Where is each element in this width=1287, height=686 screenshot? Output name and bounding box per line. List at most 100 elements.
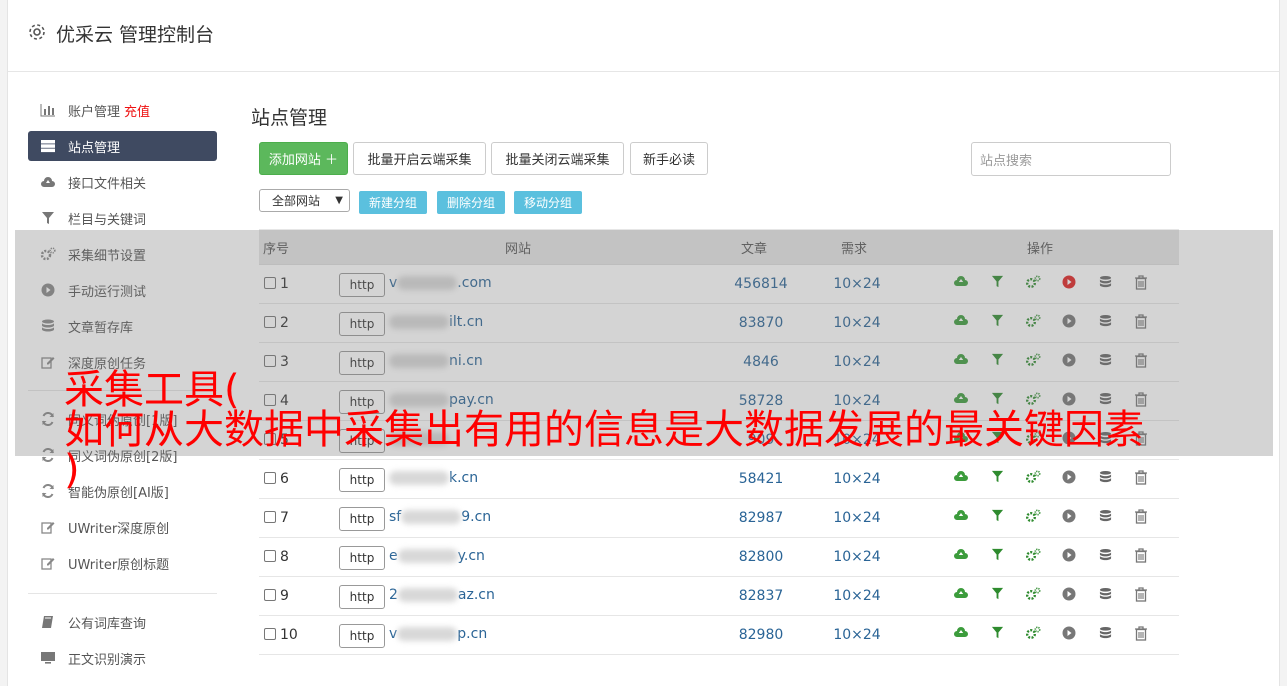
gears-icon[interactable] — [1015, 275, 1051, 290]
article-count-link[interactable]: 4846 — [731, 354, 791, 370]
sidebar-item-c-0[interactable]: 公有词库查询 — [28, 604, 217, 640]
demand-link[interactable]: 10×24 — [825, 627, 889, 643]
trash-icon[interactable] — [1123, 626, 1159, 641]
sidebar-item-a-0[interactable]: 账户管理 充值 — [28, 92, 217, 128]
row-actions — [943, 314, 1159, 329]
protocol-badge[interactable]: http — [339, 585, 385, 609]
cloud-upload-icon[interactable] — [943, 626, 979, 641]
filter-icon[interactable] — [979, 626, 1015, 641]
sidebar-item-a-1[interactable]: 站点管理 — [28, 131, 217, 161]
gears-icon[interactable] — [1015, 509, 1051, 524]
demand-link[interactable]: 10×24 — [825, 354, 889, 370]
row-checkbox[interactable] — [264, 316, 276, 328]
site-link[interactable]: e y.cn — [389, 548, 485, 564]
sidebar-item-b-4[interactable]: UWriter原创标题 — [28, 545, 217, 581]
site-link[interactable]: sf 9.cn — [389, 509, 491, 525]
sidebar-item-a-3[interactable]: 栏目与关键词 — [28, 200, 217, 236]
play-circle-icon[interactable] — [1051, 314, 1087, 329]
row-checkbox[interactable] — [264, 277, 276, 289]
row-checkbox[interactable] — [264, 589, 276, 601]
site-link[interactable]: ni.cn — [389, 353, 483, 369]
cloud-upload-icon[interactable] — [943, 275, 979, 290]
play-circle-icon[interactable] — [1051, 353, 1087, 368]
delete-group-button[interactable]: 删除分组 — [437, 191, 505, 214]
batch-open-button[interactable]: 批量开启云端采集 — [353, 142, 486, 175]
filter-icon[interactable] — [979, 548, 1015, 563]
trash-icon[interactable] — [1123, 587, 1159, 602]
cloud-upload-icon[interactable] — [943, 353, 979, 368]
newbie-guide-button[interactable]: 新手必读 — [630, 142, 708, 175]
site-link[interactable]: ilt.cn — [389, 314, 483, 330]
cloud-upload-icon[interactable] — [943, 314, 979, 329]
group-select[interactable]: 全部网站 ▼ — [259, 189, 350, 212]
gears-icon[interactable] — [1015, 587, 1051, 602]
play-circle-icon[interactable] — [1051, 548, 1087, 563]
database-icon[interactable] — [1087, 314, 1123, 329]
gears-icon[interactable] — [1015, 626, 1051, 641]
play-circle-icon[interactable] — [1051, 626, 1087, 641]
row-checkbox[interactable] — [264, 628, 276, 640]
batch-close-button[interactable]: 批量关闭云端采集 — [491, 142, 624, 175]
site-search-input[interactable]: 站点搜索 — [971, 142, 1171, 176]
row-checkbox[interactable] — [264, 355, 276, 367]
play-circle-icon[interactable] — [1051, 587, 1087, 602]
sidebar-item-b-3[interactable]: UWriter深度原创 — [28, 509, 217, 545]
gears-icon[interactable] — [1015, 353, 1051, 368]
cloud-upload-icon[interactable] — [943, 509, 979, 524]
site-link[interactable]: v .com — [389, 275, 492, 291]
trash-icon[interactable] — [1123, 275, 1159, 290]
protocol-badge[interactable]: http — [339, 624, 385, 648]
trash-icon[interactable] — [1123, 353, 1159, 368]
trash-icon[interactable] — [1123, 509, 1159, 524]
database-icon[interactable] — [1087, 587, 1123, 602]
col-no: 序号 — [263, 242, 290, 257]
move-group-button[interactable]: 移动分组 — [514, 191, 582, 214]
demand-link[interactable]: 10×24 — [825, 276, 889, 292]
play-circle-icon[interactable] — [1051, 275, 1087, 290]
play-circle-icon[interactable] — [1051, 509, 1087, 524]
filter-icon[interactable] — [979, 353, 1015, 368]
database-icon[interactable] — [1087, 509, 1123, 524]
sidebar-item-a-5[interactable]: 手动运行测试 — [28, 272, 217, 308]
article-count-link[interactable]: 83870 — [731, 315, 791, 331]
sidebar-item-c-1[interactable]: 正文识别演示 — [28, 640, 217, 676]
filter-icon[interactable] — [979, 509, 1015, 524]
demand-link[interactable]: 10×24 — [825, 510, 889, 526]
cloud-upload-icon[interactable] — [943, 548, 979, 563]
row-checkbox[interactable] — [264, 550, 276, 562]
protocol-badge[interactable]: http — [339, 312, 385, 336]
cloud-upload-icon[interactable] — [943, 587, 979, 602]
new-group-button[interactable]: 新建分组 — [359, 191, 427, 214]
article-count-link[interactable]: 456814 — [731, 276, 791, 292]
add-site-button[interactable]: 添加网站 ＋ — [259, 142, 348, 175]
gears-icon[interactable] — [1015, 314, 1051, 329]
article-count-link[interactable]: 82980 — [731, 627, 791, 643]
protocol-badge[interactable]: http — [339, 273, 385, 297]
sidebar-item-a-2[interactable]: 接口文件相关 — [28, 164, 217, 200]
article-count-link[interactable]: 82837 — [731, 588, 791, 604]
site-link[interactable]: 2 az.cn — [389, 587, 495, 603]
site-link[interactable]: v p.cn — [389, 626, 487, 642]
filter-icon[interactable] — [979, 314, 1015, 329]
sidebar-item-a-6[interactable]: 文章暂存库 — [28, 308, 217, 344]
trash-icon[interactable] — [1123, 314, 1159, 329]
row-checkbox[interactable] — [264, 511, 276, 523]
trash-icon[interactable] — [1123, 548, 1159, 563]
article-count-link[interactable]: 82987 — [731, 510, 791, 526]
database-icon[interactable] — [1087, 353, 1123, 368]
gears-icon[interactable] — [1015, 548, 1051, 563]
demand-link[interactable]: 10×24 — [825, 549, 889, 565]
database-icon[interactable] — [1087, 548, 1123, 563]
demand-link[interactable]: 10×24 — [825, 588, 889, 604]
protocol-badge[interactable]: http — [339, 546, 385, 570]
article-count-link[interactable]: 82800 — [731, 549, 791, 565]
protocol-badge[interactable]: http — [339, 507, 385, 531]
sidebar-item-label: 采集细节设置 — [68, 248, 147, 264]
recharge-link[interactable]: 充值 — [124, 101, 150, 120]
sidebar-item-a-4[interactable]: 采集细节设置 — [28, 236, 217, 272]
database-icon[interactable] — [1087, 626, 1123, 641]
demand-link[interactable]: 10×24 — [825, 315, 889, 331]
database-icon[interactable] — [1087, 275, 1123, 290]
filter-icon[interactable] — [979, 275, 1015, 290]
filter-icon[interactable] — [979, 587, 1015, 602]
